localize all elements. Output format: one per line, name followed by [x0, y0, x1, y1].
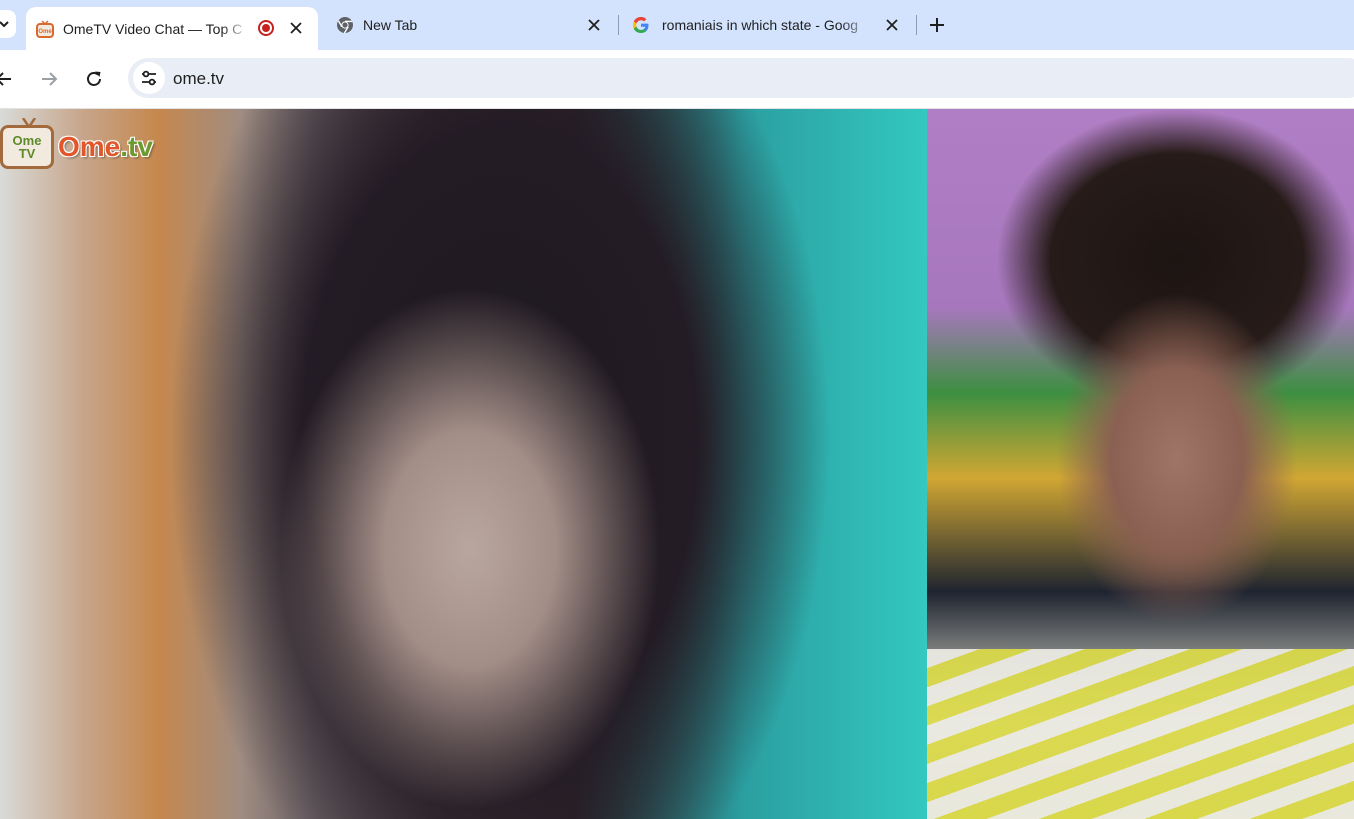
browser-toolbar: ome.tv: [0, 50, 1354, 109]
recording-indicator-icon: [258, 20, 274, 36]
google-g-icon: [633, 17, 649, 33]
chevron-down-icon: [0, 21, 9, 28]
logo-text-suffix: .tv: [120, 131, 153, 162]
close-tab-button[interactable]: [585, 16, 603, 34]
logo-tv-icon: Ome TV: [0, 118, 54, 169]
ometv-favicon: Ome: [36, 19, 54, 38]
back-arrow-icon: [0, 72, 11, 86]
url-text[interactable]: ome.tv: [173, 69, 224, 89]
remote-stranger-video: [0, 109, 927, 819]
antenna-icon: [21, 118, 37, 128]
tab-new-tab[interactable]: New Tab: [326, 8, 614, 42]
local-self-video: [927, 109, 1354, 819]
logo-text-main: Ome: [58, 131, 121, 162]
logo-wordmark: Ome.tv: [58, 131, 153, 163]
close-icon: [886, 19, 898, 31]
reload-button[interactable]: [80, 65, 108, 93]
forward-arrow-icon: [42, 72, 58, 86]
striped-sweater: [927, 649, 1354, 819]
forward-button[interactable]: [35, 65, 63, 93]
tune-icon: [142, 70, 156, 86]
svg-text:Ome: Ome: [38, 29, 52, 35]
reload-icon: [87, 71, 101, 86]
back-button[interactable]: [0, 65, 18, 93]
tab-divider: [916, 15, 917, 35]
tab-search-button[interactable]: [0, 10, 16, 38]
logo-tv-line2: TV: [18, 146, 36, 161]
tab-google-search[interactable]: romaniais in which state - Goog: [622, 8, 912, 42]
ometv-page: Ome TV Ome.tv: [0, 109, 1354, 819]
close-icon: [290, 22, 302, 34]
close-icon: [588, 19, 600, 31]
tab-strip: Ome OmeTV Video Chat — Top C New Tab rom…: [0, 0, 1354, 50]
chrome-icon: [337, 17, 353, 34]
tab-divider: [618, 15, 619, 35]
tab-title: OmeTV Video Chat — Top C: [63, 20, 243, 37]
tab-ometv[interactable]: Ome OmeTV Video Chat — Top C: [26, 7, 318, 50]
tab-title: New Tab: [363, 17, 418, 33]
ometv-logo[interactable]: Ome TV Ome.tv: [0, 118, 153, 175]
plus-icon: [930, 18, 944, 32]
tab-title: romaniais in which state - Goog: [662, 17, 859, 33]
address-bar[interactable]: ome.tv: [128, 58, 1354, 98]
new-tab-button[interactable]: [925, 13, 949, 37]
site-info-button[interactable]: [133, 62, 165, 94]
close-tab-button[interactable]: [883, 16, 901, 34]
close-tab-button[interactable]: [287, 19, 305, 37]
